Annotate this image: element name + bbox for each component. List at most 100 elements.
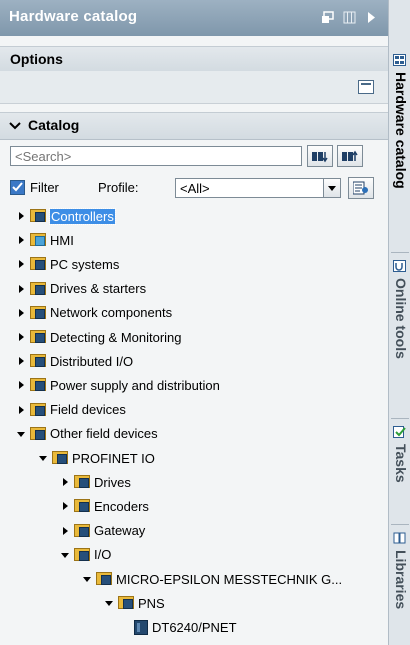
tree-item[interactable]: I/O bbox=[60, 544, 111, 566]
folder-device-icon bbox=[30, 426, 47, 441]
tab-online-tools[interactable]: Online tools bbox=[389, 256, 410, 386]
folder-device-icon bbox=[30, 281, 47, 296]
float-window-icon[interactable] bbox=[321, 11, 334, 24]
search-input[interactable] bbox=[10, 146, 302, 166]
tree-item-label: Drives bbox=[94, 474, 131, 490]
expand-arrow-right-icon[interactable] bbox=[16, 380, 26, 390]
tab-hardware-catalog-label: Hardware catalog bbox=[393, 72, 409, 189]
folder-device-icon bbox=[74, 523, 91, 538]
tree-item[interactable]: Detecting & Monitoring bbox=[16, 326, 182, 348]
expand-options-button[interactable] bbox=[358, 80, 374, 94]
tree-item[interactable]: Network components bbox=[16, 302, 172, 324]
tab-libraries[interactable]: Libraries bbox=[389, 528, 410, 638]
expand-arrow-right-icon[interactable] bbox=[16, 308, 26, 318]
expand-arrow-down-icon[interactable] bbox=[60, 550, 70, 560]
tree-item-label: MICRO-EPSILON MESSTECHNIK G... bbox=[116, 571, 343, 587]
tree-item-label: Power supply and distribution bbox=[50, 377, 220, 393]
tab-tasks-label: Tasks bbox=[393, 444, 409, 483]
tree-item[interactable]: PC systems bbox=[16, 253, 119, 275]
profile-value: <All> bbox=[180, 181, 210, 196]
tree-item-label: Distributed I/O bbox=[50, 353, 134, 369]
folder-device-icon bbox=[74, 547, 91, 562]
expand-arrow-right-icon[interactable] bbox=[16, 332, 26, 342]
tree-item-label: HMI bbox=[50, 232, 74, 248]
expand-arrow-right-icon[interactable] bbox=[16, 356, 26, 366]
tab-tasks[interactable]: Tasks bbox=[389, 422, 410, 512]
profile-label: Profile: bbox=[98, 180, 139, 195]
filter-checkbox[interactable] bbox=[10, 180, 25, 195]
tree-item[interactable]: Gateway bbox=[60, 520, 145, 542]
task-card-sidebar: Hardware catalog Online tools Tasks Libr… bbox=[388, 0, 410, 645]
expand-arrow-right-icon[interactable] bbox=[16, 235, 26, 245]
profile-settings-icon bbox=[353, 181, 368, 195]
hardware-catalog-panel: Hardware catalog Options Catalog Filter … bbox=[0, 0, 388, 645]
profile-settings-button[interactable] bbox=[348, 177, 374, 199]
expand-arrow-right-icon[interactable] bbox=[16, 211, 26, 221]
tree-item[interactable]: Other field devices bbox=[16, 423, 158, 445]
tree-item-label: PROFINET IO bbox=[72, 450, 155, 466]
tree-item-label: Field devices bbox=[50, 402, 126, 418]
expand-arrow-down-icon[interactable] bbox=[82, 574, 92, 584]
folder-device-icon bbox=[96, 572, 113, 586]
tree-item[interactable]: Drives bbox=[60, 471, 131, 493]
folder-device-icon bbox=[52, 451, 69, 465]
layout-icon[interactable] bbox=[343, 11, 356, 24]
expand-arrow-right-icon[interactable] bbox=[16, 284, 26, 294]
tree-item-label: Network components bbox=[50, 305, 173, 321]
panel-title: Hardware catalog bbox=[9, 8, 138, 25]
tab-hardware-catalog[interactable]: Hardware catalog bbox=[389, 50, 410, 215]
tree-item[interactable]: MICRO-EPSILON MESSTECHNIK G... bbox=[82, 568, 342, 590]
tree-item[interactable]: Distributed I/O bbox=[16, 350, 133, 372]
tree-item-label: PNS bbox=[138, 595, 165, 611]
tree-item-label: Detecting & Monitoring bbox=[50, 329, 182, 345]
catalog-icon bbox=[393, 54, 406, 66]
catalog-label: Catalog bbox=[28, 117, 80, 133]
search-down-icon bbox=[312, 152, 328, 163]
options-header[interactable]: Options bbox=[0, 46, 388, 72]
tree-item[interactable]: Drives & starters bbox=[16, 278, 146, 300]
expand-arrow-right-icon[interactable] bbox=[60, 477, 70, 487]
folder-device-icon bbox=[30, 354, 47, 368]
expand-arrow-right-icon[interactable] bbox=[60, 501, 70, 511]
expand-arrow-right-icon[interactable] bbox=[16, 405, 26, 415]
tasks-icon bbox=[393, 426, 406, 438]
device-icon bbox=[134, 619, 148, 635]
tree-item-label: PC systems bbox=[50, 256, 120, 272]
tree-item[interactable]: Encoders bbox=[60, 495, 149, 517]
expand-arrow-down-icon[interactable] bbox=[104, 598, 114, 608]
filter-label: Filter bbox=[30, 180, 59, 195]
libraries-icon bbox=[393, 532, 406, 544]
options-label: Options bbox=[10, 51, 63, 67]
expand-arrow-right-icon[interactable] bbox=[60, 526, 70, 536]
collapse-panel-icon[interactable] bbox=[365, 11, 378, 24]
search-down-button[interactable] bbox=[307, 145, 333, 167]
folder-device-icon bbox=[30, 209, 47, 223]
tree-item-label: DT6240/PNET bbox=[152, 619, 237, 635]
tree-item[interactable]: DT6240/PNET bbox=[134, 616, 237, 638]
profile-select[interactable]: <All> bbox=[175, 178, 341, 198]
catalog-header[interactable]: Catalog bbox=[0, 112, 388, 140]
search-up-icon bbox=[342, 150, 358, 161]
folder-device-icon bbox=[118, 596, 135, 610]
expand-arrow-right-icon[interactable] bbox=[16, 259, 26, 269]
tree-item-label: I/O bbox=[94, 547, 112, 563]
expand-arrow-down-icon[interactable] bbox=[38, 453, 48, 463]
folder-device-icon bbox=[30, 378, 47, 392]
search-up-button[interactable] bbox=[337, 145, 363, 167]
expand-arrow-down-icon[interactable] bbox=[16, 429, 26, 439]
tree-item[interactable]: Controllers bbox=[16, 205, 116, 227]
tree-item[interactable]: PROFINET IO bbox=[38, 447, 155, 469]
tree-item[interactable]: HMI bbox=[16, 229, 74, 251]
tree-item[interactable]: Field devices bbox=[16, 399, 126, 421]
tree-item-label: Encoders bbox=[94, 498, 149, 514]
sidebar-divider bbox=[391, 252, 409, 253]
folder-device-icon bbox=[30, 305, 47, 320]
dropdown-arrow-icon[interactable] bbox=[323, 179, 340, 197]
tree-item[interactable]: Power supply and distribution bbox=[16, 374, 220, 396]
sidebar-divider bbox=[391, 524, 409, 525]
tree-item-label: Gateway bbox=[94, 523, 146, 539]
tree-item-label: Other field devices bbox=[50, 426, 158, 442]
folder-device-icon bbox=[30, 257, 47, 271]
tree-item[interactable]: PNS bbox=[104, 592, 165, 614]
tab-online-tools-label: Online tools bbox=[393, 278, 409, 359]
